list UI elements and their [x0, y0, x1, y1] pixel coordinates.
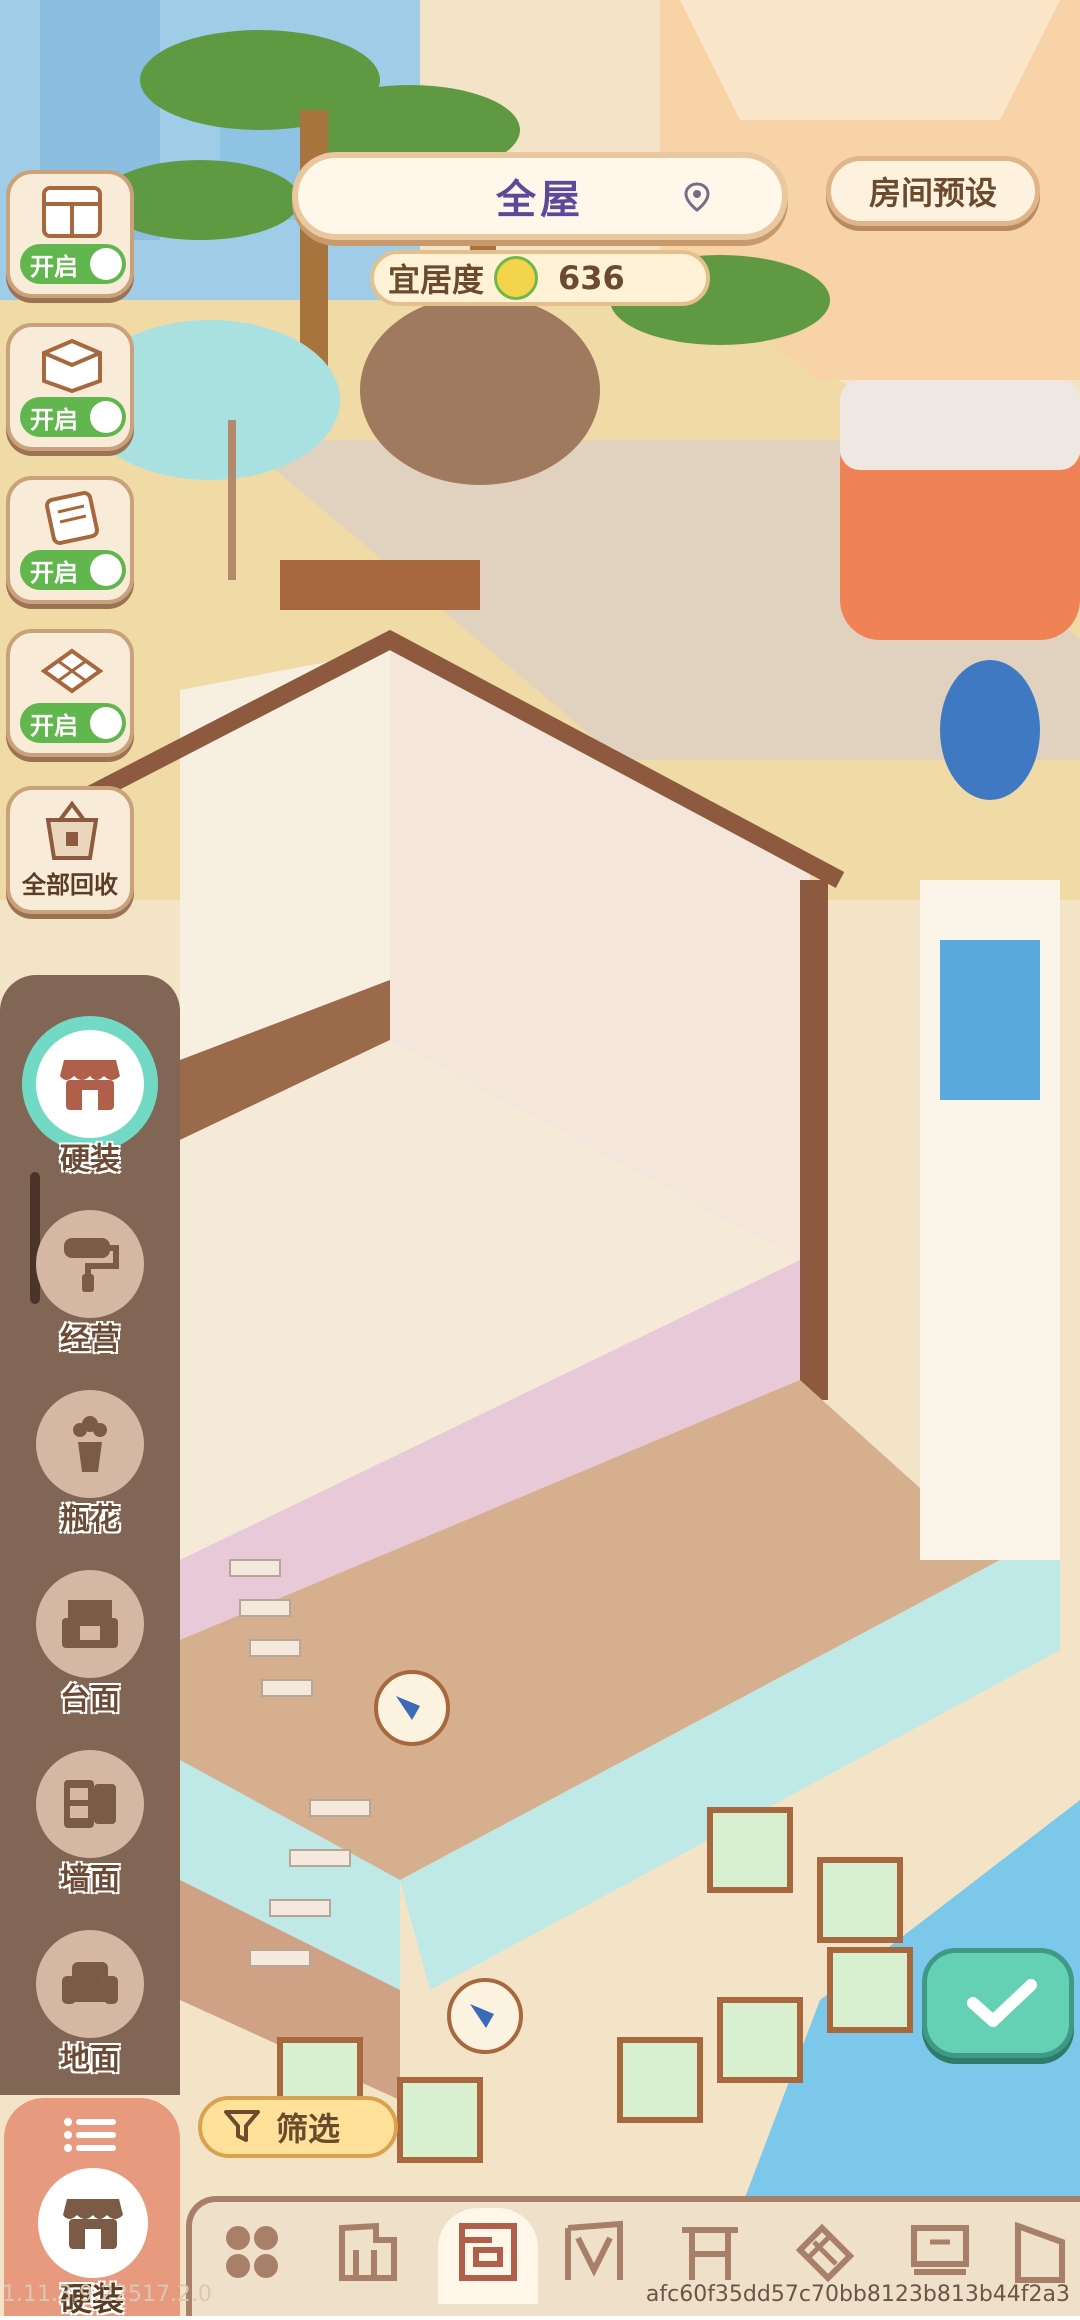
toggle-switch[interactable]: 开启 [20, 397, 126, 437]
toggle-switch[interactable]: 开启 [20, 703, 126, 743]
toggle-label: 开启 [30, 711, 78, 740]
wallpaper-icon [45, 491, 99, 545]
toggle-knob [90, 248, 122, 280]
category-icon-wrap [36, 1030, 144, 1138]
toggle-wall[interactable]: 开启 [6, 323, 134, 451]
comfort-label: 宜居度 [388, 261, 485, 299]
room-title: 全屋 [496, 177, 584, 223]
floor-tile-icon [40, 648, 104, 694]
grid-icon [226, 2226, 278, 2278]
checkmark-icon [967, 1979, 1037, 2027]
wall-panel-icon [339, 2222, 397, 2281]
menu-icon-wrap [38, 2168, 148, 2278]
category-label: 经营 [60, 1322, 120, 1357]
category-counter[interactable]: 台面 [30, 1570, 150, 1730]
cabinet-icon [42, 186, 102, 238]
recycle-all-label: 全部回收 [22, 871, 118, 899]
toggle-wallpaper[interactable]: 开启 [6, 476, 134, 604]
wallpaper-tab-icon [459, 2223, 517, 2281]
toggle-label: 开启 [30, 405, 78, 434]
toggle-switch[interactable]: 开启 [20, 244, 126, 284]
toggle-cabinet[interactable]: 开启 [6, 170, 134, 298]
filter-label: 筛选 [276, 2110, 341, 2148]
category-vase[interactable]: 瓶花 [30, 1390, 150, 1550]
flower-vase-icon [73, 1416, 107, 1472]
window-icon [911, 2225, 969, 2275]
filter-button[interactable]: 筛选 [198, 2096, 398, 2158]
category-wall[interactable]: 墙面 [30, 1750, 150, 1910]
category-label: 硬装 [60, 1142, 120, 1177]
toggle-label: 开启 [30, 252, 78, 281]
smiley-face-icon [494, 256, 539, 300]
category-label: 地面 [60, 2042, 120, 2077]
toggle-knob [90, 401, 122, 433]
paint-roller-icon [64, 1238, 119, 1292]
wall-shelf-icon [64, 1780, 116, 1828]
comfort-value: 636 [558, 259, 625, 297]
room-preset-button[interactable]: 房间预设 [826, 156, 1040, 226]
recycle-all-button[interactable]: 全部回收 [6, 786, 134, 914]
category-icon-wrap [36, 1930, 144, 2038]
confirm-button[interactable] [922, 1948, 1074, 2058]
storefront-icon [63, 2199, 123, 2249]
version-text: 1.11.3.9.22517.2.0 [2, 2282, 212, 2307]
category-business[interactable]: 经营 [30, 1210, 150, 1370]
stairs-icon [795, 2223, 855, 2283]
funnel-icon [224, 2110, 260, 2142]
category-label: 墙面 [60, 1862, 120, 1897]
room-preset-label: 房间预设 [868, 174, 997, 212]
slope-icon [1015, 2221, 1065, 2283]
room-selector[interactable]: 全屋 [292, 152, 788, 240]
basket-icon [45, 800, 99, 860]
category-label: 台面 [60, 1682, 120, 1717]
build-hash-text: afc60f35dd57c70bb8123b813b44f2a3 [645, 2282, 1070, 2307]
tab-wallpaper[interactable] [438, 2208, 538, 2304]
category-label: 瓶花 [60, 1502, 120, 1537]
category-icon-wrap [36, 1390, 144, 1498]
toggle-label: 开启 [30, 558, 78, 587]
toggle-knob [90, 554, 122, 586]
door-frame-icon [565, 2220, 623, 2280]
wall-cube-icon [42, 338, 102, 393]
storefront-icon [60, 1060, 120, 1110]
toggle-switch[interactable]: 开启 [20, 550, 126, 590]
tab-door-frame[interactable] [562, 2220, 642, 2300]
category-icon-wrap [36, 1570, 144, 1678]
category-hard-decor[interactable]: 硬装 [30, 1030, 150, 1190]
category-icon-wrap [36, 1210, 144, 1318]
list-icon [64, 2118, 116, 2152]
toggle-floor[interactable]: 开启 [6, 629, 134, 757]
tab-all[interactable] [220, 2220, 300, 2300]
toggle-knob [90, 707, 122, 739]
counter-icon [62, 1600, 118, 1648]
location-pin-icon [684, 182, 710, 212]
fence-icon [682, 2227, 738, 2280]
comfort-bar: 宜居度 636 [370, 250, 710, 306]
sofa-icon [62, 1962, 118, 2004]
category-icon-wrap [36, 1750, 144, 1858]
category-floor[interactable]: 地面 [30, 1930, 150, 2090]
tab-wall-panel[interactable] [336, 2220, 416, 2300]
